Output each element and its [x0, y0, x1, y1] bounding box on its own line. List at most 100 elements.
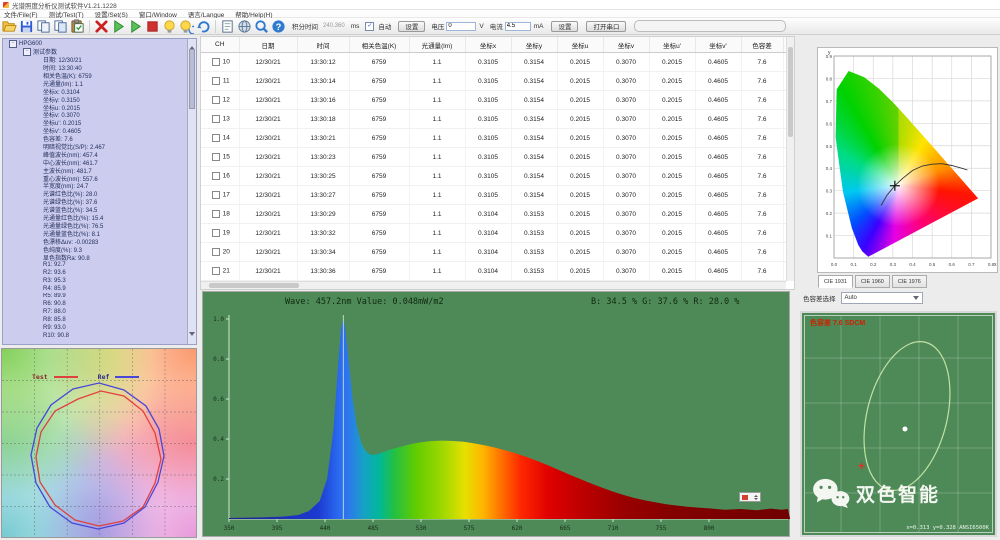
column-header-5[interactable]: 坐标x: [465, 37, 512, 53]
copy2-icon[interactable]: [53, 19, 68, 34]
row-checkbox[interactable]: [211, 58, 220, 66]
tree-item[interactable]: 日期: 12/30/21: [3, 56, 187, 63]
tree-item[interactable]: R3: 95.3: [3, 277, 187, 285]
spectrum-spin-control[interactable]: [739, 492, 761, 502]
tree-item[interactable]: 光谱绿色比(%): 37.6: [3, 198, 187, 205]
tree-item[interactable]: R7: 88.0: [3, 308, 187, 316]
tree-scrollbar[interactable]: [187, 39, 196, 344]
help-icon[interactable]: ?: [271, 19, 286, 34]
open-serial-button[interactable]: 打开串口: [586, 20, 627, 32]
tree-item[interactable]: R8: 85.8: [3, 316, 187, 324]
tree-item[interactable]: R10: 90.8: [3, 332, 187, 340]
tree-item[interactable]: 坐标u: 0.2015: [3, 103, 187, 111]
spinner-arrows-icon[interactable]: [754, 494, 758, 500]
tree-collapse-icon[interactable]: -: [9, 40, 17, 48]
tree-collapse-icon[interactable]: -: [23, 47, 31, 56]
tree-item[interactable]: 坐标v: 0.3070: [3, 111, 187, 118]
tree-item[interactable]: 光通量绿色比(%): 76.5: [3, 221, 187, 229]
tree-item[interactable]: R5: 89.9: [3, 293, 187, 301]
column-header-10[interactable]: 坐标v': [695, 37, 742, 53]
current-input[interactable]: [504, 21, 531, 31]
tree-item[interactable]: 色容差: 7.6: [3, 135, 187, 142]
bulb-icon[interactable]: [162, 19, 177, 34]
delete-icon[interactable]: [94, 19, 109, 34]
voltage-input[interactable]: [446, 21, 477, 31]
tree-item[interactable]: 坐标x: 0.3104: [3, 87, 187, 95]
tree-item[interactable]: 坐标v': 0.4605: [3, 127, 187, 134]
bulb2-icon[interactable]: [179, 19, 198, 35]
tree-item[interactable]: 光通量蓝色比(%): 8.1: [3, 229, 187, 237]
cie-tab-2[interactable]: CIE 1976: [891, 275, 927, 288]
copy-icon[interactable]: [36, 19, 51, 34]
table-hscrollbar[interactable]: [201, 281, 786, 289]
save-icon[interactable]: [19, 19, 34, 34]
globe-icon[interactable]: [237, 19, 252, 34]
tree-item[interactable]: R2: 93.6: [3, 269, 187, 277]
column-header-6[interactable]: 坐标y: [511, 37, 558, 53]
tree-item[interactable]: 色纯度(%): 9.3: [3, 245, 187, 253]
tree-item[interactable]: 相关色温(K): 6759: [3, 72, 187, 79]
tree-root[interactable]: - HPG600: [3, 40, 187, 48]
tree-item[interactable]: 光通量(lm): 1.1: [3, 79, 187, 87]
tree-item[interactable]: 光谱蓝色比(%): 34.5: [3, 206, 187, 213]
measurement-table[interactable]: CH 日期 时间 相关色温(K) 光通量(lm) 坐标x 坐标y 坐标u 坐标v 坐标u' 坐标v'…: [201, 37, 794, 289]
table-vscroll-thumb[interactable]: [788, 47, 793, 137]
stop-icon[interactable]: [145, 19, 160, 34]
row-checkbox[interactable]: [211, 96, 220, 104]
table-row[interactable]: 20 12/30/21 13:30:34 6759 1.1 0.3104 0.3153 0.2…: [201, 242, 794, 262]
table-hscroll-thumb[interactable]: [209, 283, 299, 288]
table-row[interactable]: 18 12/30/21 13:30:29 6759 1.1 0.3104 0.3153 0.2…: [201, 204, 794, 224]
column-header-7[interactable]: 坐标u: [557, 37, 604, 53]
report-icon[interactable]: [220, 19, 235, 34]
refresh-icon[interactable]: [196, 19, 211, 34]
scroll-down-icon[interactable]: [189, 332, 195, 342]
tree-item[interactable]: R9: 93.0: [3, 324, 187, 332]
play2-icon[interactable]: [128, 19, 143, 34]
tree-item[interactable]: R4: 85.9: [3, 285, 187, 293]
menu-item-2[interactable]: 设置/Set(S): [95, 9, 128, 19]
row-checkbox[interactable]: [211, 210, 220, 218]
menu-item-3[interactable]: 窗口/Window: [139, 9, 177, 19]
tree-item[interactable]: 中心波长(nm): 461.7: [3, 158, 187, 166]
row-checkbox[interactable]: [211, 172, 220, 180]
tree-item[interactable]: 半宽度(nm): 24.7: [3, 182, 187, 189]
row-checkbox[interactable]: [211, 77, 220, 85]
set-power-button[interactable]: 设置: [551, 20, 579, 32]
table-row[interactable]: 21 12/30/21 13:30:36 6759 1.1 0.3104 0.3153 0.2…: [201, 261, 794, 281]
column-header-1[interactable]: 日期: [239, 37, 298, 53]
row-checkbox[interactable]: [211, 134, 220, 142]
tolerance-select[interactable]: Auto: [840, 292, 923, 304]
tree-item[interactable]: 峰值波长(nm): 457.4: [3, 150, 187, 158]
menu-item-0[interactable]: 文件/File(F): [4, 9, 38, 19]
menu-item-4[interactable]: 语言/Langue: [188, 9, 225, 19]
table-row[interactable]: 10 12/30/21 13:30:12 6759 1.1 0.3105 0.3154 0.2…: [201, 52, 794, 72]
column-header-4[interactable]: 光通量(lm): [409, 37, 466, 53]
tree-item[interactable]: 色漂移Δuv: -0.00283: [3, 237, 187, 245]
menu-item-5[interactable]: 帮助/Help(H): [235, 9, 272, 19]
column-header-0[interactable]: CH: [201, 37, 240, 53]
column-header-9[interactable]: 坐标u': [649, 37, 696, 53]
play-icon[interactable]: [111, 19, 126, 34]
zoom-icon[interactable]: [254, 19, 269, 34]
open-icon[interactable]: [2, 19, 17, 34]
column-header-11[interactable]: 色容差: [741, 37, 784, 53]
tree-item[interactable]: 时间: 13:30:40: [3, 64, 187, 71]
table-row[interactable]: 11 12/30/21 13:30:14 6759 1.1 0.3105 0.3154 0.2…: [201, 71, 794, 91]
tree-item[interactable]: R1: 92.7: [3, 261, 187, 269]
table-vscrollbar[interactable]: [786, 37, 794, 281]
tree-item[interactable]: R6: 90.8: [3, 300, 187, 308]
row-checkbox[interactable]: [211, 191, 220, 199]
tree-item[interactable]: 坐标y: 0.3150: [3, 95, 187, 103]
table-row[interactable]: 12 12/30/21 13:30:16 6759 1.1 0.3105 0.3154 0.2…: [201, 90, 794, 110]
row-checkbox[interactable]: [211, 115, 220, 123]
menu-item-1[interactable]: 测试/Test(T): [49, 9, 84, 19]
column-header-3[interactable]: 相关色温(K): [349, 37, 410, 53]
scroll-up-icon[interactable]: [189, 41, 195, 50]
set-integration-button[interactable]: 设置: [398, 20, 426, 32]
tree-item[interactable]: 坐标u': 0.2015: [3, 119, 187, 126]
tree-item[interactable]: 主波长(nm): 481.7: [3, 166, 187, 174]
tree-item[interactable]: 光谱红色比(%): 28.0: [3, 190, 187, 197]
tree-scroll-thumb[interactable]: [189, 49, 195, 109]
table-row[interactable]: 17 12/30/21 13:30:27 6759 1.1 0.3105 0.3154 0.2…: [201, 185, 794, 205]
auto-checkbox[interactable]: ✓: [365, 21, 375, 31]
